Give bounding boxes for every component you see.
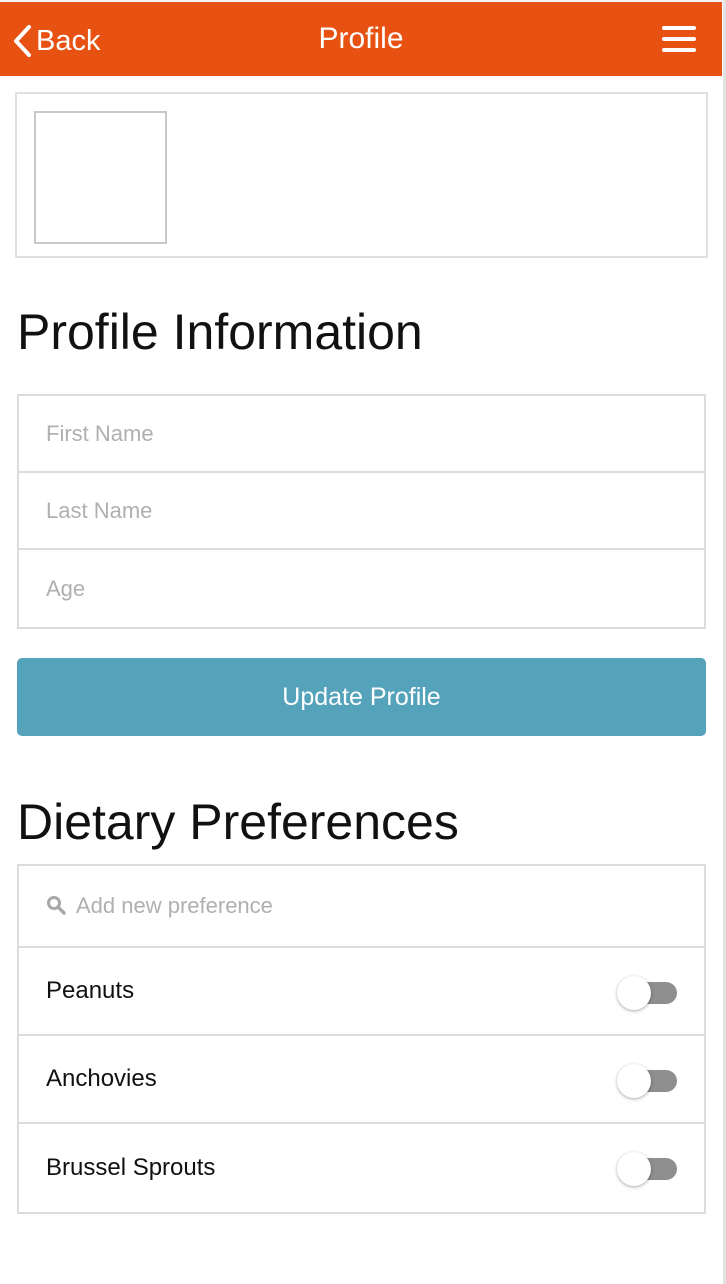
profile-form [17, 394, 706, 629]
profile-information-heading: Profile Information [17, 304, 423, 360]
last-name-input[interactable] [46, 497, 704, 524]
anchovies-toggle[interactable] [617, 1064, 677, 1098]
brussel-sprouts-toggle[interactable] [617, 1152, 677, 1186]
preference-label: Brussel Sprouts [46, 1154, 216, 1181]
preference-item-peanuts: Peanuts [19, 948, 704, 1036]
page-title: Profile [318, 22, 404, 55]
add-preference-row [19, 866, 704, 948]
preference-label: Peanuts [46, 977, 135, 1004]
preferences-list: Peanuts Anchovies Brussel Sprouts [17, 864, 706, 1214]
peanuts-toggle[interactable] [617, 976, 677, 1010]
avatar[interactable] [34, 111, 167, 244]
preference-item-anchovies: Anchovies [19, 1036, 704, 1124]
dietary-preferences-heading: Dietary Preferences [17, 794, 459, 850]
last-name-row [19, 473, 704, 550]
age-row [19, 550, 704, 627]
add-preference-input[interactable] [76, 893, 656, 919]
age-input[interactable] [46, 575, 704, 602]
search-icon [47, 896, 66, 915]
avatar-card [15, 92, 708, 258]
first-name-input[interactable] [46, 420, 704, 447]
update-profile-button[interactable]: Update Profile [17, 658, 706, 736]
preference-item-brussel-sprouts: Brussel Sprouts [19, 1124, 704, 1212]
hamburger-menu-icon[interactable] [662, 26, 696, 52]
app-header: Back Profile [0, 0, 722, 76]
preference-label: Anchovies [46, 1065, 157, 1092]
first-name-row [19, 396, 704, 473]
